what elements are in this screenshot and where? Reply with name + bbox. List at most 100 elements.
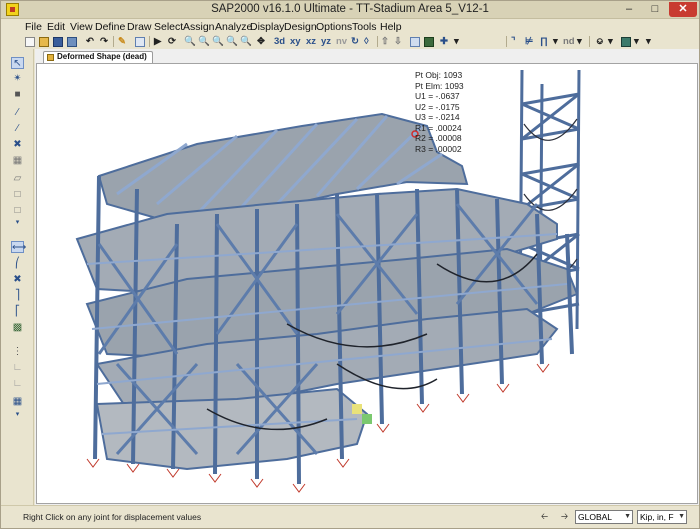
shrink-dropdown-icon[interactable]: ▾ — [454, 36, 459, 47]
pan-icon[interactable]: ✥ — [257, 36, 265, 47]
zoom-out-icon[interactable]: 🔍 — [212, 36, 224, 47]
draw-poly-area-icon[interactable]: ▱ — [11, 173, 24, 185]
zoom-full-icon[interactable]: 🔍 — [226, 36, 238, 47]
menu-options[interactable]: Options — [316, 21, 352, 33]
snap-intersections-icon[interactable]: ∟ — [11, 378, 24, 390]
quick-draw-braces-icon[interactable]: ✖ — [11, 139, 24, 151]
tab-deformed-shape[interactable]: Deformed Shape (dead) — [43, 51, 153, 63]
move-down-icon[interactable]: ⇩ — [394, 36, 402, 47]
intersecting-line-icon[interactable]: ⎤ — [11, 290, 24, 302]
shrink-objects-icon[interactable]: ✚ — [440, 36, 448, 47]
quick-draw-frame-icon[interactable]: ∕ — [11, 123, 24, 135]
move-up-icon[interactable]: ⇧ — [381, 36, 389, 47]
lock-icon[interactable] — [135, 37, 145, 47]
menu-display[interactable]: Display — [250, 21, 284, 33]
xz-view-button[interactable]: xz — [306, 36, 316, 47]
model-viewport[interactable]: Pt Obj: 1093 Pt Elm: 1093 U1 = -.0637 U2… — [36, 63, 698, 504]
rotate-view-icon[interactable]: ↻ — [351, 36, 359, 47]
left-toolbar: ↖ ✴ ■ ∕ ∕ ✖ ▦ ▱ □ □ ▾ ⟷ ⎛ ✖ ⎤ ⎡ ▩ ⋮ ∟ ∟ … — [1, 49, 34, 505]
menu-design[interactable]: Design — [284, 21, 317, 33]
close-button[interactable]: ✕ — [669, 2, 697, 17]
structural-model-3d[interactable] — [37, 64, 697, 503]
document-area: Deformed Shape (dead) Pt Obj: 1093 Pt El… — [35, 49, 699, 505]
display-graphics-icon[interactable] — [424, 37, 434, 47]
snap-joints-icon[interactable]: ⋮ — [11, 346, 24, 358]
quick-draw-area-icon[interactable]: □ — [11, 205, 24, 217]
tab-label: Deformed Shape (dead) — [57, 52, 147, 61]
frame-section-icon[interactable]: ⎉ — [596, 36, 604, 47]
menu-edit[interactable]: Edit — [47, 21, 65, 33]
nd-dropdown-icon[interactable]: ▾ — [577, 36, 582, 47]
xy-view-button[interactable]: xy — [290, 36, 301, 47]
units-select[interactable]: Kip, in, F ▼ — [637, 510, 687, 524]
menu-define[interactable]: Define — [95, 21, 125, 33]
undo-icon[interactable]: ↶ — [86, 36, 94, 47]
zoom-in-icon[interactable]: 🔍 — [198, 36, 210, 47]
coordinate-system-select[interactable]: GLOBAL ▼ — [575, 510, 633, 524]
draw-frame-line-icon[interactable]: ∕ — [11, 107, 24, 119]
draw-cable-icon[interactable]: ▦ — [11, 155, 24, 167]
menu-draw[interactable]: Draw — [127, 21, 152, 33]
status-bar: Right Click on any joint for displacemen… — [1, 505, 699, 528]
main-toolbar: ↶ ↷ ✎ ▶ ⟳ 🔍 🔍 🔍 🔍 🔍 ✥ 3d xy xz yz nv ↻ ◊… — [1, 36, 699, 48]
units-value: Kip, in, F — [640, 512, 674, 522]
draw-joint-icon[interactable]: ■ — [11, 89, 24, 101]
run-analysis-icon[interactable]: ▶ — [154, 36, 161, 47]
menu-file[interactable]: File — [25, 21, 42, 33]
pointer-select-icon[interactable]: ↖ — [11, 57, 24, 69]
minimize-button[interactable]: – — [617, 2, 641, 17]
pencil-icon[interactable]: ✎ — [118, 36, 126, 47]
u3-value: U3 = -.0214 — [415, 112, 460, 122]
next-step-icon[interactable]: 🡢 — [558, 510, 571, 523]
save-icon[interactable] — [53, 37, 63, 47]
window-layout-icon[interactable] — [621, 37, 631, 47]
zoom-window-icon[interactable]: 🔍 — [184, 36, 196, 47]
select-all-icon[interactable]: ⟷ — [11, 241, 26, 253]
menu-assign[interactable]: Assign — [183, 21, 215, 33]
joint-displacement-readout: Pt Obj: 1093 Pt Elm: 1093 U1 = -.0637 U2… — [415, 70, 464, 154]
draw-frame-icon[interactable]: ⌝ — [511, 36, 515, 47]
menu-tools[interactable]: Tools — [352, 21, 377, 33]
maximize-button[interactable]: □ — [643, 2, 667, 17]
toolbar-more-icon[interactable]: ▾ — [646, 36, 651, 47]
chevron-down-icon: ▼ — [678, 513, 685, 520]
snap-midpoints-icon[interactable]: ∟ — [11, 362, 24, 374]
coordinate-system-value: GLOBAL — [578, 512, 613, 522]
clear-selection-icon[interactable]: ✖ — [11, 274, 24, 286]
select-using-line-icon[interactable]: ⎡ — [11, 306, 24, 318]
menu-analyze[interactable]: Analyze — [215, 21, 252, 33]
previous-step-icon[interactable]: 🡠 — [538, 510, 551, 523]
menu-select[interactable]: Select — [154, 21, 183, 33]
zoom-previous-icon[interactable]: 🔍 — [240, 36, 252, 47]
snap-dropdown-icon[interactable]: ▾ — [11, 409, 24, 421]
nv-view-button[interactable]: nv — [336, 36, 347, 47]
menu-help[interactable]: Help — [380, 21, 402, 33]
window-title: SAP2000 v16.1.0 Ultimate - TT-Stadium Ar… — [211, 3, 489, 15]
open-folder-icon[interactable] — [39, 37, 49, 47]
display-options-icon[interactable] — [410, 37, 420, 47]
menu-view[interactable]: View — [70, 21, 93, 33]
pt-elm-value: Pt Elm: 1093 — [415, 80, 464, 91]
3d-view-label[interactable]: 3d — [274, 36, 285, 47]
draw-link-icon[interactable]: ∏ — [540, 36, 548, 47]
new-model-icon[interactable] — [25, 37, 35, 47]
reshape-icon[interactable]: ✴ — [11, 73, 24, 85]
select-by-group-icon[interactable]: ▩ — [11, 322, 24, 334]
redo-icon[interactable]: ↷ — [100, 36, 108, 47]
snap-grid-icon[interactable]: ▦ — [11, 396, 24, 408]
get-previous-selection-icon[interactable]: ⎛ — [11, 258, 24, 270]
frame-section-dropdown-icon[interactable]: ▾ — [608, 36, 613, 47]
deformed-shape-tab-icon — [47, 54, 54, 61]
draw-rect-area-icon[interactable]: □ — [11, 189, 24, 201]
layout-dropdown-icon[interactable]: ▾ — [634, 36, 639, 47]
nd-label[interactable]: nd — [563, 36, 575, 47]
draw-tools-dropdown-icon[interactable]: ▾ — [11, 217, 24, 229]
perspective-icon[interactable]: ◊ — [364, 36, 369, 47]
yz-view-button[interactable]: yz — [321, 36, 331, 47]
r2-value: R2 = .00008 — [415, 133, 462, 143]
print-icon[interactable] — [67, 37, 77, 47]
draw-dropdown-icon[interactable]: ▾ — [553, 36, 558, 47]
refresh-view-icon[interactable]: ⟳ — [168, 36, 176, 47]
draw-section-icon[interactable]: ⊭ — [525, 36, 533, 47]
status-message: Right Click on any joint for displacemen… — [23, 512, 202, 522]
